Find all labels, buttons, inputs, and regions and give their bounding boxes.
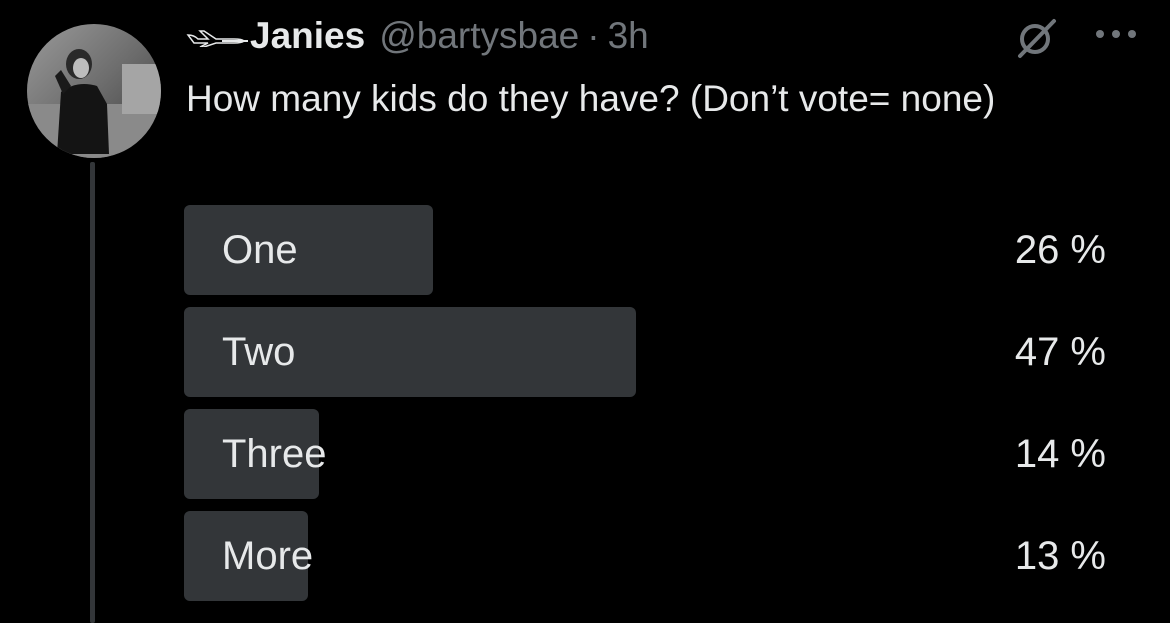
poll-option[interactable]: More 13 % xyxy=(184,511,1106,601)
poll-option-percent: 47 % xyxy=(1014,330,1106,374)
more-icon[interactable] xyxy=(1092,24,1140,44)
avatar[interactable] xyxy=(27,24,161,158)
tweet: Janies @bartysbae · 3h How many kids do … xyxy=(0,0,1170,623)
poll-option-label: Three xyxy=(222,432,327,476)
poll-option-percent: 14 % xyxy=(1014,432,1106,476)
poll-option-percent: 13 % xyxy=(1014,534,1106,578)
poll-option-label: One xyxy=(222,228,298,272)
poll-option-percent: 26 % xyxy=(1014,228,1106,272)
separator-dot: · xyxy=(587,15,600,56)
poll-option[interactable]: One 26 % xyxy=(184,205,1106,295)
poll-option[interactable]: Two 47 % xyxy=(184,307,1106,397)
tweet-header: Janies @bartysbae · 3h xyxy=(186,12,649,60)
tweet-text: How many kids do they have? (Don’t vote=… xyxy=(186,78,996,119)
user-handle[interactable]: @bartysbae xyxy=(379,15,579,57)
grok-icon[interactable] xyxy=(1014,16,1058,60)
avatar-photo xyxy=(27,24,161,158)
airplane-icon xyxy=(186,30,248,47)
timestamp[interactable]: 3h xyxy=(608,15,649,57)
display-name[interactable]: Janies xyxy=(250,15,365,57)
poll-option-label: More xyxy=(222,534,314,578)
poll-option-label: Two xyxy=(222,330,296,374)
poll: One 26 % Two 47 % Three 14 % More 13 % xyxy=(184,205,1106,613)
thread-line xyxy=(90,162,95,623)
poll-option[interactable]: Three 14 % xyxy=(184,409,1106,499)
